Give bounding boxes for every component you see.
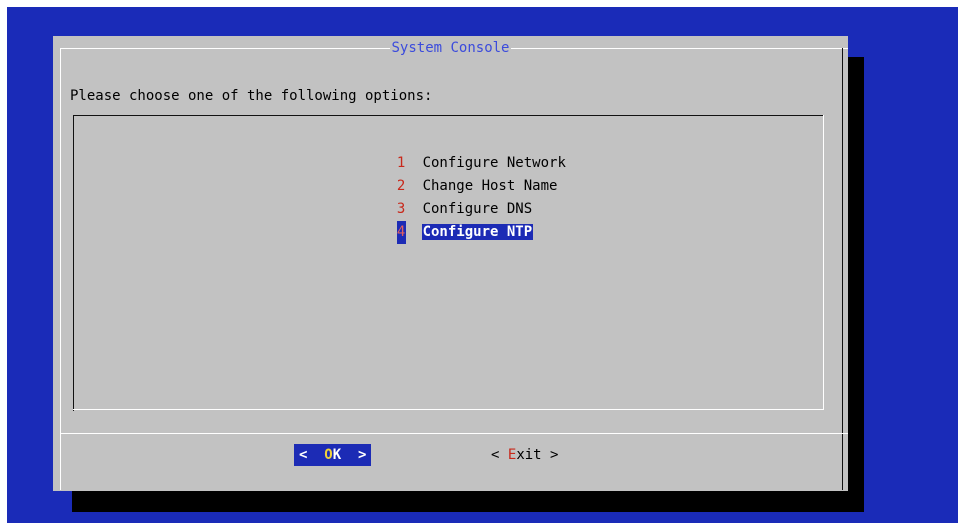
menu-item-number: 4 (396, 221, 406, 244)
menu-item-configure-dns[interactable]: 3 Configure DNS (346, 175, 567, 217)
listbox-frame-left (73, 115, 74, 411)
menu-item-change-host-name[interactable]: 2 Change Host Name (346, 152, 567, 194)
exit-button[interactable]: < Exit > (491, 444, 558, 466)
ok-button-hotkey: O (324, 447, 333, 463)
listbox-frame-bottom (73, 409, 824, 410)
system-console-dialog: System Console Please choose one of the … (53, 36, 848, 491)
dialog-frame-right (842, 48, 843, 490)
dialog-frame-left (60, 48, 61, 490)
listbox-frame-top (73, 115, 823, 116)
dialog-prompt: Please choose one of the following optio… (70, 88, 433, 104)
button-separator (60, 433, 848, 434)
menu-item-configure-ntp[interactable]: 4 Configure NTP (346, 198, 567, 244)
ok-button[interactable]: < OK > (294, 444, 372, 466)
menu-item-configure-network[interactable]: 1 Configure Network (346, 129, 567, 171)
exit-button-open-bracket: < (491, 447, 500, 463)
menu-item-label: Configure NTP (421, 224, 534, 240)
ok-button-close-bracket: > (358, 447, 367, 463)
exit-button-close-bracket: > (550, 447, 559, 463)
dialog-frame-top (60, 48, 848, 49)
options-menu: 1 Configure Network 2 Change Host Name 3 Co… (346, 129, 567, 244)
ok-button-open-bracket: < (299, 447, 308, 463)
ok-button-label: K (332, 447, 342, 463)
listbox-frame-right (823, 115, 824, 410)
exit-button-label: xit (516, 447, 542, 463)
